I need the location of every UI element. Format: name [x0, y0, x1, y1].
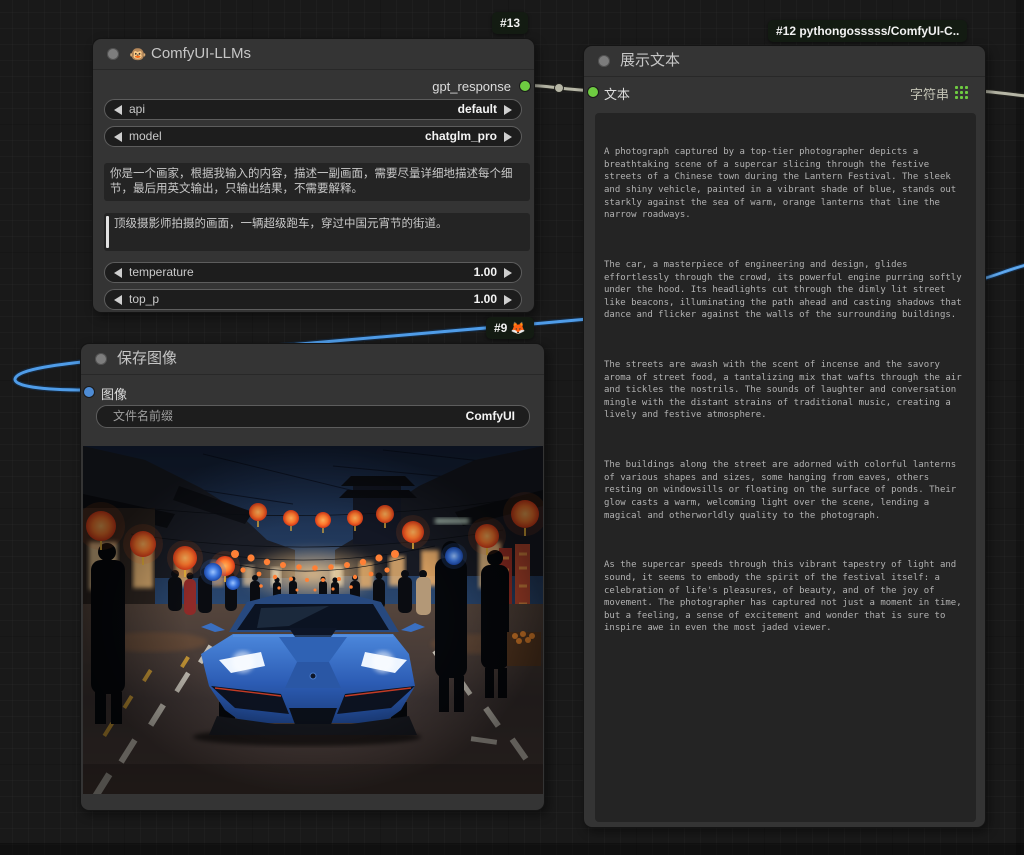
paragraph: The streets are awash with the scent of … — [604, 360, 968, 421]
widget-value: 1.00 — [473, 265, 497, 279]
display-text-box[interactable]: A photograph captured by a top-tier phot… — [595, 113, 976, 822]
node-title: 展示文本 — [620, 52, 681, 69]
widget-value: default — [457, 102, 497, 116]
collapse-dot[interactable] — [107, 48, 119, 60]
node-badge-9: #9 🦊 — [486, 317, 534, 339]
fox-icon: 🦊 — [510, 321, 526, 335]
node-comfyui-llms[interactable]: 🐵 ComfyUI-LLMs gpt_response api default … — [92, 38, 535, 313]
monkey-icon: 🐵 — [129, 46, 147, 62]
increment-arrow-icon[interactable] — [504, 295, 512, 305]
widget-value: 1.00 — [473, 292, 497, 306]
widget-label: model — [129, 129, 162, 143]
user-prompt-text: 顶级摄影师拍摄的画面，一辆超级跑车，穿过中国元宵节的街道。 — [114, 218, 448, 230]
input-label-text: 文本 — [604, 87, 631, 102]
user-prompt-textarea[interactable]: 顶级摄影师拍摄的画面，一辆超级跑车，穿过中国元宵节的街道。 — [104, 213, 530, 251]
badge-text: #13 — [500, 16, 521, 30]
widget-top-p[interactable]: top_p 1.00 — [104, 289, 522, 310]
widget-value: chatglm_pro — [424, 129, 497, 143]
decrement-arrow-icon[interactable] — [114, 105, 122, 115]
widget-temperature[interactable]: temperature 1.00 — [104, 262, 522, 283]
node-save-image[interactable]: 保存图像 图像 文件名前缀 ComfyUI — [77, 343, 547, 811]
widget-model[interactable]: model chatglm_pro — [104, 126, 522, 147]
widget-api[interactable]: api default — [104, 99, 522, 120]
node-title-bar[interactable]: 展示文本 — [584, 46, 985, 77]
node-badge-12: #12 pythongosssss/ComfyUI-C.. — [768, 20, 968, 42]
decrement-arrow-icon[interactable] — [114, 295, 122, 305]
badge-text: #12 pythongosssss/ComfyUI-C.. — [776, 24, 960, 38]
text-caret — [106, 216, 109, 248]
input-slot-text[interactable] — [588, 87, 598, 97]
widget-filename-prefix[interactable]: 文件名前缀 ComfyUI — [96, 405, 530, 428]
increment-arrow-icon[interactable] — [504, 268, 512, 278]
output-label-string: 字符串 — [909, 87, 949, 102]
string-output-grid-icon[interactable] — [955, 86, 968, 99]
system-prompt-textarea[interactable]: 你是一个画家，根据我输入的内容，描述一副画面，需要尽量详细地描述每个细节，最后用… — [104, 163, 530, 201]
node-badge-13: #13 — [492, 12, 529, 34]
increment-arrow-icon[interactable] — [504, 105, 512, 115]
generated-image-illustration — [77, 446, 547, 799]
widget-label: top_p — [129, 292, 160, 306]
node-title: 保存图像 — [117, 350, 178, 367]
widget-label: temperature — [129, 265, 194, 279]
increment-arrow-icon[interactable] — [504, 132, 512, 142]
decrement-arrow-icon[interactable] — [114, 132, 122, 142]
paragraph: The buildings along the street are adorn… — [604, 460, 962, 521]
node-graph-canvas[interactable]: #13 🐵 ComfyUI-LLMs gpt_response api defa… — [0, 0, 1024, 855]
decrement-arrow-icon[interactable] — [114, 268, 122, 278]
paragraph: As the supercar speeds through this vibr… — [604, 560, 968, 634]
input-label-image: 图像 — [101, 387, 128, 402]
widget-label: 文件名前缀 — [113, 409, 174, 423]
collapse-dot[interactable] — [95, 353, 107, 365]
preview-image[interactable] — [77, 446, 547, 799]
paragraph: The car, a masterpiece of engineering an… — [604, 259, 968, 321]
collapse-dot[interactable] — [598, 55, 610, 67]
node-show-text[interactable]: 展示文本 文本 字符串 A photograph captured by a t… — [583, 45, 986, 828]
widget-label: api — [129, 102, 146, 116]
input-slot-image[interactable] — [84, 387, 94, 397]
node-title-bar[interactable]: 🐵 ComfyUI-LLMs — [93, 39, 534, 70]
widget-value: ComfyUI — [465, 409, 515, 423]
node-title-bar[interactable]: 保存图像 — [81, 344, 544, 375]
node-title: ComfyUI-LLMs — [151, 45, 252, 62]
output-slot-gpt-response[interactable] — [520, 81, 530, 91]
paragraph: A photograph captured by a top-tier phot… — [604, 147, 962, 221]
badge-text: #9 — [494, 321, 508, 335]
output-label-gpt-response: gpt_response — [432, 79, 511, 94]
